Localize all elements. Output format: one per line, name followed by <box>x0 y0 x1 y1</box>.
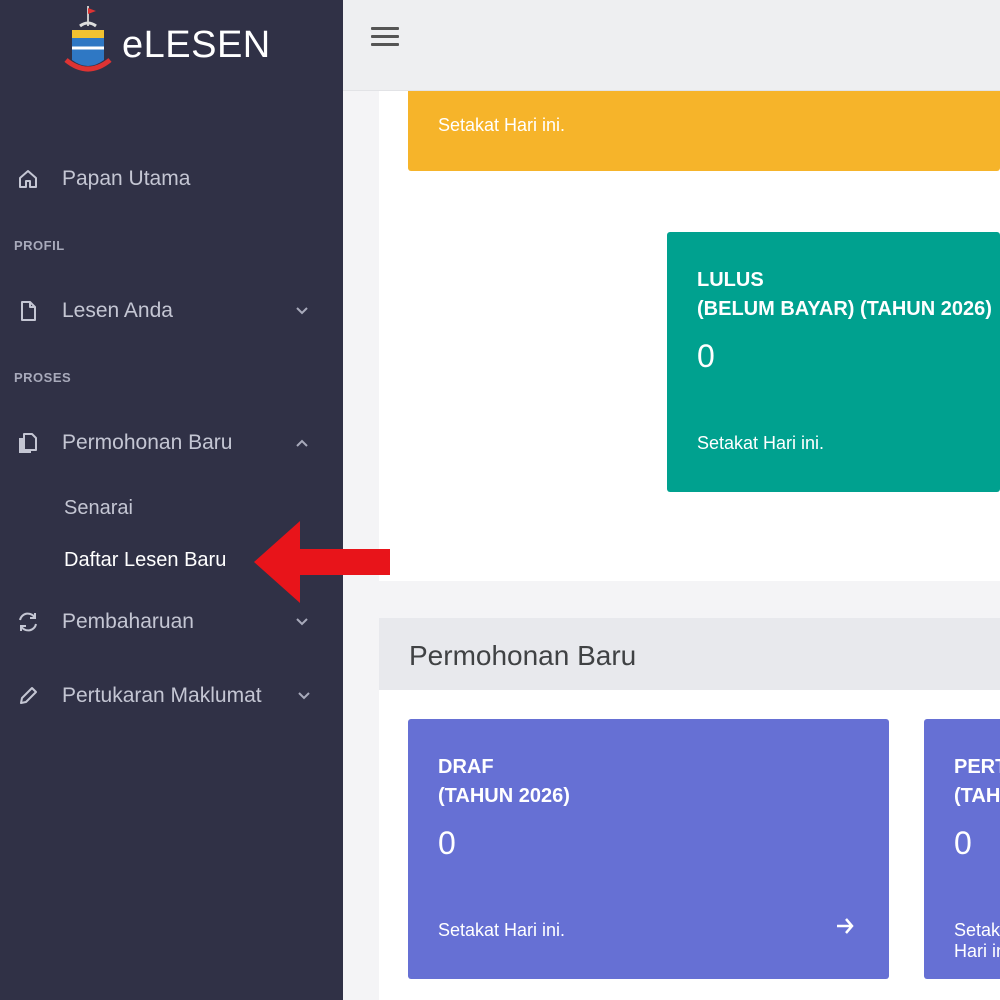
status-card-yellow[interactable]: Setakat Hari ini. <box>408 91 1000 171</box>
refresh-icon <box>14 608 42 636</box>
menu-line <box>371 27 399 30</box>
sidebar-item-label: Papan Utama <box>62 167 191 190</box>
menu-line <box>371 35 399 38</box>
sidebar-item-label: Pertukaran Maklumat <box>62 684 262 707</box>
section-label-proses: PROSES <box>14 370 72 385</box>
home-icon <box>14 165 42 193</box>
card-footer: Setakat Hari ini. <box>697 433 825 453</box>
section-title: Permohonan Baru <box>409 640 637 671</box>
card-title: LULUS (BELUM BAYAR) (TAHUN 2026) <box>697 266 992 324</box>
chevron-down-icon <box>295 301 309 321</box>
sidebar-subitem-senarai[interactable]: Senarai <box>64 497 133 520</box>
card-count: 0 <box>438 825 456 861</box>
state-emblem-icon <box>64 6 112 72</box>
arrow-right-icon[interactable] <box>835 915 855 937</box>
sidebar-item-papan-utama[interactable]: Papan Utama <box>0 159 343 199</box>
file-icon <box>14 297 42 325</box>
main-content: Setakat Hari ini. LULUS (BELUM BAYAR) (T… <box>343 91 1000 1000</box>
sidebar-subitem-daftar-lesen-baru[interactable]: Daftar Lesen Baru <box>64 549 226 572</box>
card-title-line1: DRAF <box>438 756 494 778</box>
card-footer: Setakat Hari ini. <box>438 115 566 135</box>
card-title: DRAF (TAHUN 2026) <box>438 753 570 811</box>
menu-toggle-icon[interactable] <box>371 27 399 49</box>
section-header: Permohonan Baru <box>379 618 1000 690</box>
sidebar-item-label: Pembaharuan <box>62 610 194 633</box>
chevron-down-icon <box>295 612 309 632</box>
card-title: PERTIMBANGAN (TAHUN 2026) <box>954 753 1000 811</box>
card-count: 0 <box>697 338 715 374</box>
card-count: 0 <box>954 825 972 861</box>
status-card-lulus[interactable]: LULUS (BELUM BAYAR) (TAHUN 2026) 0 Setak… <box>667 232 1000 492</box>
status-card-draf[interactable]: DRAF (TAHUN 2026) 0 Setakat Hari ini. <box>408 719 889 979</box>
card-footer: Setakat Hari ini. <box>954 920 1000 961</box>
annotation-arrow-icon <box>254 521 390 603</box>
status-card-pertimbangan[interactable]: PERTIMBANGAN (TAHUN 2026) 0 Setakat Hari… <box>924 719 1000 979</box>
card-title-line1: LULUS <box>697 269 764 291</box>
sidebar-item-pembaharuan[interactable]: Pembaharuan <box>0 602 343 642</box>
sidebar-item-permohonan-baru[interactable]: Permohonan Baru <box>0 423 343 463</box>
chevron-down-icon <box>297 686 311 706</box>
sidebar: eLESEN Papan Utama PROFIL Lesen Anda PRO… <box>0 0 343 1000</box>
section-label-profil: PROFIL <box>14 238 65 253</box>
sidebar-item-label: Permohonan Baru <box>62 431 233 454</box>
copy-file-icon <box>14 429 42 457</box>
menu-line <box>371 43 399 46</box>
sidebar-item-lesen-anda[interactable]: Lesen Anda <box>0 291 343 331</box>
chevron-up-icon <box>295 433 309 453</box>
card-title-line2: (BELUM BAYAR) (TAHUN 2026) <box>697 298 992 320</box>
pencil-icon <box>14 682 42 710</box>
card-title-line1: PERTIMBANGAN <box>954 756 1000 778</box>
top-bar <box>343 0 1000 91</box>
app-name: eLESEN <box>122 23 271 66</box>
card-footer: Setakat Hari ini. <box>438 920 566 940</box>
app-logo[interactable]: eLESEN <box>62 0 271 90</box>
card-title-line2: (TAHUN 2026) <box>438 785 570 807</box>
sidebar-item-pertukaran-maklumat[interactable]: Pertukaran Maklumat <box>0 676 343 716</box>
card-title-line2: (TAHUN 2026) <box>954 785 1000 807</box>
sidebar-item-label: Lesen Anda <box>62 299 173 322</box>
